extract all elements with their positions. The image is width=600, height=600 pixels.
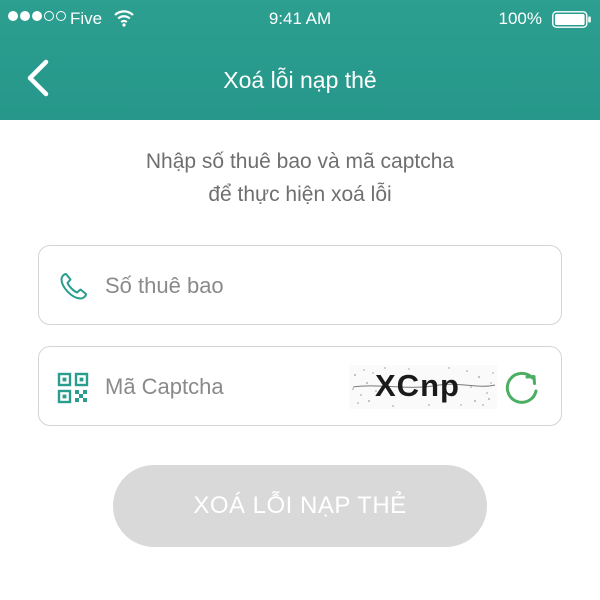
instruction-text: Nhập số thuê bao và mã captcha để thực h…: [0, 145, 600, 211]
phone-icon: [60, 273, 87, 300]
app-header: Five 9:41 AM 100% Xoá lỗi nạp thẻ: [0, 0, 600, 120]
instruction-line-2: để thực hiện xoá lỗi: [208, 183, 392, 206]
page-title: Xoá lỗi nạp thẻ: [223, 67, 377, 93]
captcha-image: XCnp: [349, 365, 497, 409]
qr-code-icon: [57, 372, 89, 404]
captcha-field[interactable]: XCnp: [38, 346, 562, 426]
phone-field[interactable]: [38, 245, 562, 325]
instruction-line-1: Nhập số thuê bao và mã captcha: [145, 150, 455, 173]
battery-icon: [552, 11, 591, 28]
captcha-input[interactable]: [105, 367, 355, 407]
battery-percent: 100%: [498, 9, 542, 28]
status-bar: Five 9:41 AM 100%: [0, 0, 600, 40]
clear-top-up-error-button[interactable]: XOÁ LỖI NẠP THẺ: [113, 465, 487, 547]
phone-number-input[interactable]: [105, 266, 355, 306]
refresh-icon[interactable]: [501, 367, 543, 409]
captcha-code: XCnp: [375, 368, 460, 403]
